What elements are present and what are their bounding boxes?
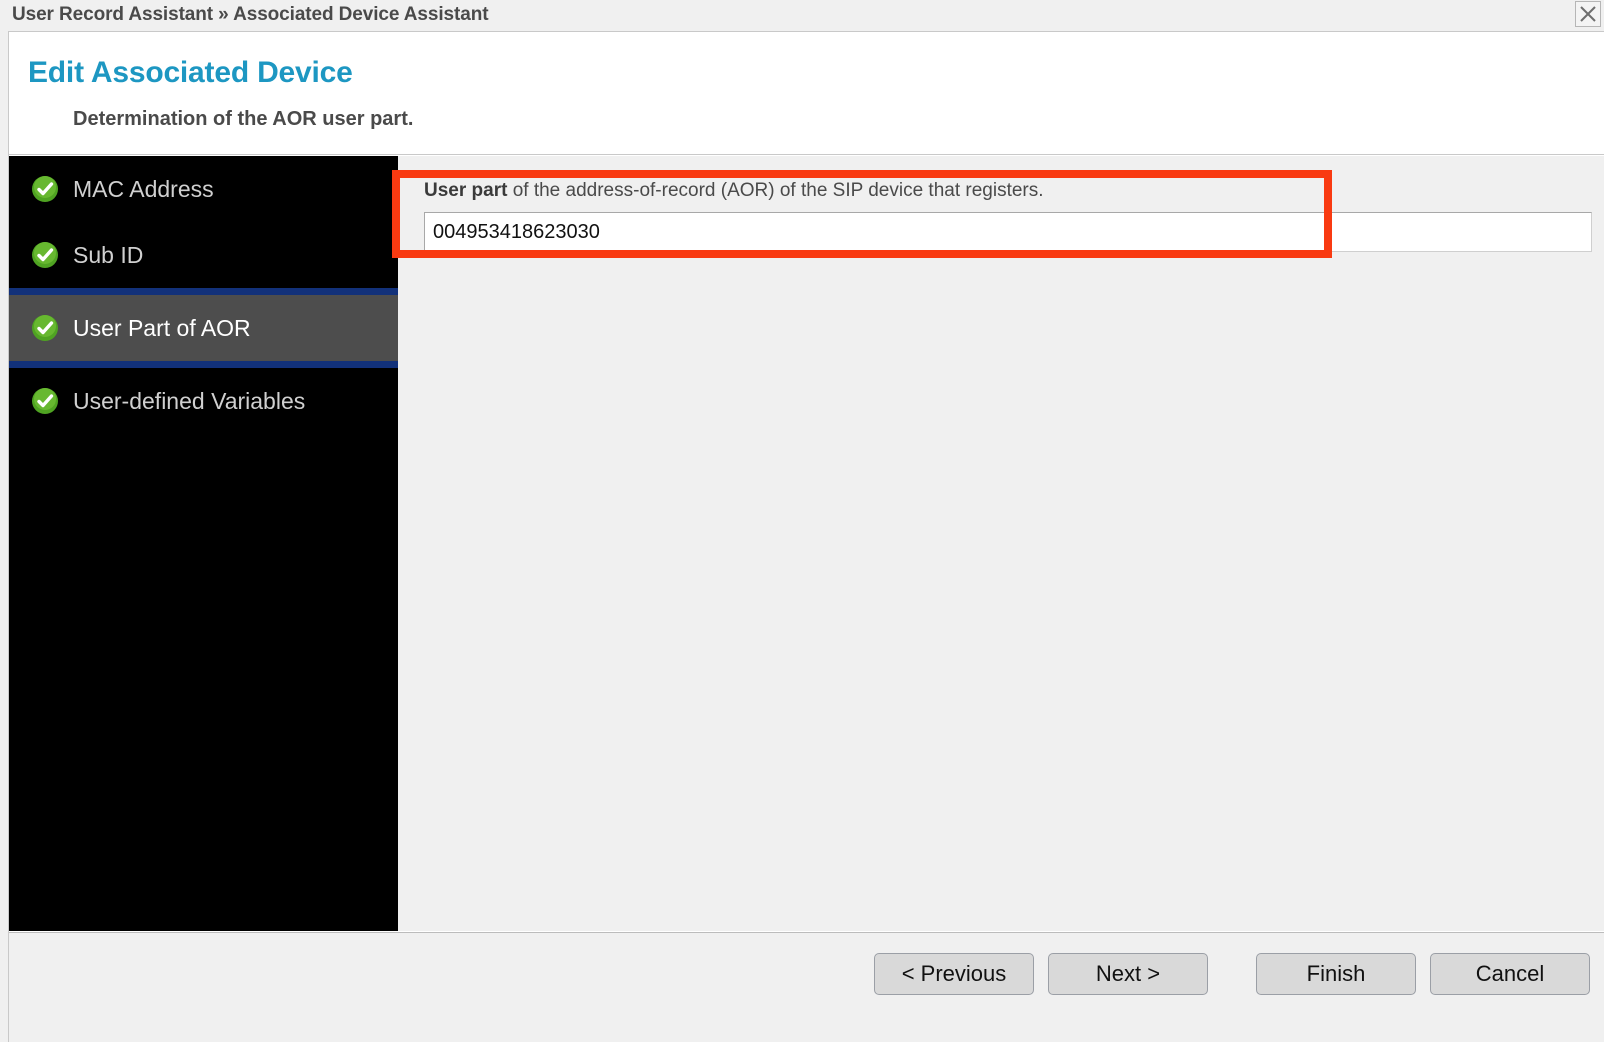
dialog-header: Edit Associated Device Determination of …: [9, 32, 1604, 155]
check-circle-icon: [31, 387, 59, 415]
window-titlebar: User Record Assistant » Associated Devic…: [0, 0, 1604, 29]
dialog-window: Edit Associated Device Determination of …: [8, 31, 1604, 1042]
dialog-footer: < Previous Next > Finish Cancel: [9, 932, 1604, 1042]
sidebar-item-label: User Part of AOR: [73, 314, 251, 341]
sidebar-item-user-defined-variables[interactable]: User-defined Variables: [9, 368, 398, 434]
finish-button[interactable]: Finish: [1256, 953, 1416, 995]
sidebar-item-mac-address[interactable]: MAC Address: [9, 156, 398, 222]
sidebar-item-user-part-of-aor[interactable]: User Part of AOR: [9, 295, 398, 361]
close-icon: [1578, 4, 1598, 24]
assistant-dialog: User Record Assistant » Associated Devic…: [0, 0, 1604, 1042]
close-button[interactable]: [1575, 1, 1601, 27]
sidebar-separator: [9, 288, 398, 295]
sidebar-item-label: Sub ID: [73, 241, 144, 268]
user-part-label-rest: of the address-of-record (AOR) of the SI…: [507, 180, 1044, 201]
previous-button[interactable]: < Previous: [874, 953, 1034, 995]
sidebar-separator: [9, 361, 398, 368]
wizard-step-sidebar: MAC Address Sub ID User Part of AOR User…: [9, 156, 398, 931]
main-content-panel: User part of the address-of-record (AOR)…: [398, 156, 1604, 931]
sidebar-item-label: User-defined Variables: [73, 387, 306, 414]
page-subtitle: Determination of the AOR user part.: [73, 108, 414, 130]
cancel-button[interactable]: Cancel: [1430, 953, 1590, 995]
user-part-field-label: User part of the address-of-record (AOR)…: [424, 180, 1044, 202]
breadcrumb: User Record Assistant » Associated Devic…: [12, 4, 489, 25]
check-circle-icon: [31, 175, 59, 203]
sidebar-item-label: MAC Address: [73, 175, 214, 202]
footer-button-row: < Previous Next > Finish Cancel: [874, 953, 1590, 995]
next-button[interactable]: Next >: [1048, 953, 1208, 995]
user-part-input[interactable]: [424, 212, 1592, 252]
page-title: Edit Associated Device: [28, 56, 353, 89]
sidebar-item-sub-id[interactable]: Sub ID: [9, 222, 398, 288]
check-circle-icon: [31, 314, 59, 342]
check-circle-icon: [31, 241, 59, 269]
user-part-label-strong: User part: [424, 180, 508, 201]
